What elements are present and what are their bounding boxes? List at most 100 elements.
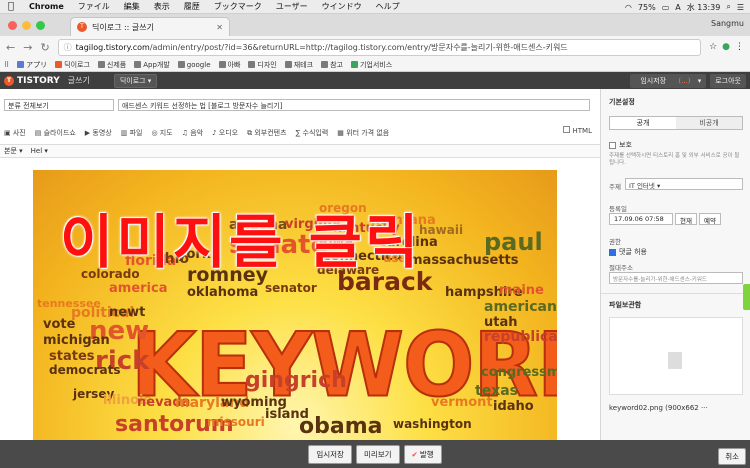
notification-icon[interactable]: ☰ [737, 3, 744, 12]
folder-icon [97, 61, 105, 68]
bookmark-star-icon[interactable]: ☆ [709, 42, 717, 52]
bookmark-item[interactable]: 디자인 [248, 60, 277, 70]
bookmark-item[interactable]: アプリ [17, 60, 47, 70]
url-text[interactable]: tagilog.tistory.com/admin/entry/post/?id… [76, 42, 568, 53]
tistory-logo-text: TISTORY [17, 75, 60, 86]
tool-icon: ▣ [4, 128, 13, 137]
info-icon[interactable]: ⓘ [64, 42, 72, 53]
bookmark-label: google [186, 60, 211, 69]
bookmark-item[interactable]: google [177, 60, 211, 69]
date-input[interactable]: 17.09.06 07:58 [609, 213, 673, 225]
bookmark-item[interactable]: 아빠 [218, 60, 240, 70]
font-select[interactable]: Hel ▾ [31, 147, 48, 155]
insert-tool-button[interactable]: ▦ 위터 가격 없음 [337, 128, 389, 138]
apps-grid-icon[interactable]: ⠿ [4, 61, 9, 69]
protect-row[interactable]: 보호 [609, 140, 632, 150]
reload-icon[interactable]: ↻ [40, 41, 49, 54]
back-icon[interactable]: ← [6, 41, 15, 54]
insert-tool-button[interactable]: ♫ 음악 [182, 128, 203, 138]
minimize-window-button[interactable] [22, 21, 31, 30]
zoom-window-button[interactable] [36, 21, 45, 30]
tistory-logo[interactable]: T TISTORY [4, 75, 60, 86]
bookmark-label: 디자인 [257, 60, 277, 69]
bookmark-item[interactable]: App개발 [134, 60, 170, 70]
insert-tool-button[interactable]: ▶ 동영상 [85, 128, 112, 138]
browser-tab[interactable]: T 딕이로그 :: 글쓰기 ✕ [70, 17, 230, 36]
folder-icon [134, 61, 142, 68]
insert-tool-button[interactable]: ♪ 오디오 [212, 128, 238, 138]
cloud-word: gingrich [245, 368, 347, 393]
close-tab-icon[interactable]: ✕ [216, 23, 223, 32]
menu-history[interactable]: 履歴 [177, 1, 207, 12]
tool-label: 위터 가격 없음 [346, 128, 390, 137]
battery-percent[interactable]: 75% [638, 3, 656, 12]
tool-icon: ▥ [120, 128, 130, 137]
visibility-public[interactable]: 공개 [610, 117, 676, 129]
insert-tool-button[interactable]: ▤ 슬라이드쇼 [35, 128, 76, 138]
insert-tool-button[interactable]: ▥ 파일 [121, 128, 143, 138]
bookmark-item[interactable]: 기업서비스 [350, 60, 393, 70]
insert-tool-button[interactable]: ◎ 지도 [151, 128, 172, 138]
insert-tool-button[interactable]: ∑ 수식입력 [296, 128, 329, 138]
battery-icon[interactable]: ▭ [662, 3, 670, 12]
clock[interactable]: 水 13:39 [687, 2, 721, 13]
menu-window[interactable]: ウインドウ [315, 1, 369, 12]
paragraph-style-select[interactable]: 본문 ▾ [4, 146, 23, 156]
menu-file[interactable]: ファイル [71, 1, 117, 12]
insert-tool-button[interactable]: ▣ 사진 [4, 128, 26, 138]
visibility-private[interactable]: 비공개 [676, 117, 742, 129]
menu-icon[interactable]: ⋮ [735, 42, 744, 52]
insert-tool-button[interactable]: ⧉ 외부컨텐츠 [247, 128, 286, 138]
close-window-button[interactable] [8, 21, 17, 30]
save-draft-button[interactable]: 임시저장 [308, 444, 352, 464]
tool-icon: ◎ [151, 128, 160, 137]
html-toggle[interactable]: HTML [563, 126, 592, 135]
bookmark-item[interactable]: 참고 [321, 60, 343, 70]
bookmark-item[interactable]: 딕이로그 [55, 60, 90, 70]
category-select[interactable]: 분류 전체보기 [4, 99, 114, 111]
protect-checkbox[interactable] [609, 141, 616, 149]
cloud-word: massachusetts [409, 253, 519, 268]
bookmark-label: 기업서비스 [359, 60, 393, 69]
folder-icon [17, 61, 25, 68]
tool-label: 음악 [190, 128, 204, 137]
comment-checkbox[interactable] [609, 248, 616, 256]
paragraph-style-label: 본문 [4, 147, 17, 155]
search-icon[interactable]: ⌕ [726, 2, 730, 12]
logout-button[interactable]: 로그아웃 [710, 74, 746, 88]
title-input[interactable]: 애드센스 키워드 선정하는 법 [블로그 방문자수 늘리기] [118, 99, 590, 111]
category-label: 분류 전체보기 [8, 102, 49, 110]
date-reserve-button[interactable]: 예약 [698, 213, 721, 225]
blog-select[interactable]: 딕이로그 ▾ [113, 73, 158, 88]
address-bar[interactable]: ⓘ tagilog.tistory.com/admin/entry/post/?… [57, 38, 702, 56]
forward-icon[interactable]: → [23, 41, 32, 54]
file-name[interactable]: keyword02.png (900x662 ··· [609, 404, 708, 412]
cancel-button[interactable]: 취소 [718, 448, 746, 465]
date-now-button[interactable]: 현재 [675, 213, 697, 225]
profile-name[interactable]: Sangmu [711, 19, 744, 28]
cloud-word: obama [299, 414, 383, 439]
slug-input[interactable]: 방문자수를-늘리기-위한-애드센스-키워드 [609, 272, 743, 284]
menu-edit[interactable]: 編集 [117, 1, 147, 12]
menu-user[interactable]: ユーザー [269, 1, 315, 12]
preview-button[interactable]: 미리보기 [355, 444, 400, 464]
html-checkbox[interactable] [563, 126, 571, 133]
menu-bookmarks[interactable]: ブックマーク [207, 1, 269, 12]
subject-select[interactable]: IT 인터넷 ▾ [625, 178, 743, 190]
wifi-icon[interactable]: ◠ [625, 3, 632, 12]
bookmark-item[interactable]: 재테크 [284, 60, 313, 70]
permission-label: 권한 [609, 238, 621, 246]
extension-green-icon[interactable]: ● [722, 42, 730, 52]
menu-help[interactable]: ヘルプ [369, 1, 407, 12]
menu-chrome[interactable]: Chrome [22, 2, 71, 11]
side-tab-handle[interactable] [743, 284, 750, 310]
bookmark-item[interactable]: 신제품 [97, 60, 126, 70]
apple-icon[interactable]:  [0, 1, 22, 12]
comment-row[interactable]: 댓글 허용 [609, 247, 647, 257]
extensions: ☆ ● ⋮ [709, 42, 744, 52]
publish-button[interactable]: ✔ 발행 [403, 444, 442, 464]
file-thumbnail-box[interactable] [609, 317, 743, 395]
menu-view[interactable]: 表示 [147, 1, 177, 12]
input-mode[interactable]: A [675, 3, 680, 12]
draft-button[interactable]: 임시저장 (...) ▾ [630, 74, 707, 88]
